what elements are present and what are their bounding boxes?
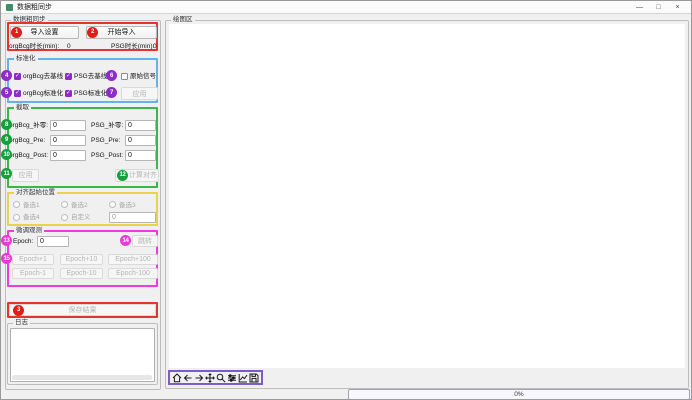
orgbcg-padzero-label: orgBcg_补零: xyxy=(9,122,48,130)
zoom-icon[interactable] xyxy=(216,372,226,383)
psg-duration-label: PSG时长(min): xyxy=(111,43,154,51)
log-textarea[interactable] xyxy=(10,328,155,382)
plot-toolbar xyxy=(168,370,263,385)
epoch-plus100-button[interactable]: Epoch+100 xyxy=(108,254,158,265)
step-badge-7: 7 xyxy=(106,87,117,98)
orgbcg-normalize-checkbox[interactable] xyxy=(14,90,21,97)
candidate4-radio[interactable] xyxy=(13,214,20,221)
close-button[interactable]: × xyxy=(668,1,687,14)
orgbcg-padzero-input[interactable] xyxy=(50,120,86,131)
step-badge-5: 5 xyxy=(1,87,12,98)
candidate3-radio[interactable] xyxy=(109,201,116,208)
normalize-group-label: 标准化 xyxy=(14,55,38,63)
step-badge-1: 1 xyxy=(11,27,22,38)
epoch-minus100-button[interactable]: Epoch-100 xyxy=(108,268,158,279)
minimize-button[interactable]: — xyxy=(630,1,649,14)
maximize-button[interactable]: □ xyxy=(649,1,668,14)
crop-apply-button[interactable]: 应用 xyxy=(12,169,39,182)
crop-group-label: 截取 xyxy=(14,104,31,112)
jump-button[interactable]: 跳转 xyxy=(132,235,158,247)
home-icon[interactable] xyxy=(172,372,182,383)
psg-normalize-checkbox[interactable] xyxy=(65,90,72,97)
plot-canvas[interactable] xyxy=(169,24,685,368)
customize-icon[interactable] xyxy=(238,372,248,383)
save-result-button[interactable]: 保存结果 xyxy=(9,304,156,316)
app-window: 数据粗同步 — □ × 数据粗同步 导入设置 1 开始导入 2 orgBcg时长… xyxy=(0,0,692,400)
orgbcg-detrend-label: orgBcg去基线 xyxy=(23,73,63,81)
orgbcg-duration-value: 0 xyxy=(67,43,71,51)
step-badge-3: 3 xyxy=(13,305,24,316)
orgbcg-detrend-checkbox[interactable] xyxy=(14,73,21,80)
candidate2-radio[interactable] xyxy=(61,201,68,208)
raw-signal-label: 原始信号 xyxy=(130,73,156,81)
psg-padzero-label: PSG_补零: xyxy=(91,122,123,130)
progress-bar: 0% xyxy=(348,389,690,400)
subplots-icon[interactable] xyxy=(227,372,237,383)
custom-radio[interactable] xyxy=(61,214,68,221)
app-icon xyxy=(6,4,13,11)
step-badge-9: 9 xyxy=(1,134,12,145)
epoch-plus10-button[interactable]: Epoch+10 xyxy=(60,254,103,265)
step-badge-11: 11 xyxy=(1,168,12,179)
step-badge-15: 15 xyxy=(1,253,12,264)
orgbcg-post-input[interactable] xyxy=(50,150,86,161)
candidate1-radio[interactable] xyxy=(13,201,20,208)
back-icon[interactable] xyxy=(183,372,193,383)
finetune-group-label: 微调观测 xyxy=(14,227,44,235)
step-badge-14: 14 xyxy=(120,235,131,246)
psg-post-input[interactable] xyxy=(125,150,156,161)
step-badge-4: 4 xyxy=(1,70,12,81)
custom-label: 自定义 xyxy=(71,214,91,222)
orgbcg-post-label: orgBcg_Post: xyxy=(9,152,48,160)
psg-detrend-label: PSG去基线 xyxy=(74,73,107,81)
candidate4-label: 备选4 xyxy=(23,214,40,222)
step-badge-10: 10 xyxy=(1,149,12,160)
orgbcg-normalize-label: orgBcg标准化 xyxy=(23,90,63,98)
candidate2-label: 备选2 xyxy=(71,202,88,210)
step-badge-12: 12 xyxy=(117,170,128,181)
psg-detrend-checkbox[interactable] xyxy=(65,73,72,80)
candidate3-label: 备选3 xyxy=(119,202,136,210)
step-badge-6: 6 xyxy=(106,70,117,81)
epoch-input[interactable] xyxy=(37,236,69,247)
align-start-group-label: 对齐起始位置 xyxy=(14,189,57,197)
raw-signal-checkbox[interactable] xyxy=(121,73,128,80)
psg-pre-input[interactable] xyxy=(125,135,156,146)
orgbcg-pre-input[interactable] xyxy=(50,135,86,146)
psg-post-label: PSG_Post: xyxy=(91,152,123,160)
epoch-label: Epoch: xyxy=(13,238,33,246)
plot-group-label: 绘图区 xyxy=(171,16,195,24)
psg-padzero-input[interactable] xyxy=(125,120,156,131)
epoch-minus10-button[interactable]: Epoch-10 xyxy=(60,268,103,279)
psg-pre-label: PSG_Pre: xyxy=(91,137,120,145)
orgbcg-pre-label: orgBcg_Pre: xyxy=(9,137,45,145)
step-badge-8: 8 xyxy=(1,119,12,130)
psg-duration-value: 0 xyxy=(153,43,157,51)
custom-position-input[interactable] xyxy=(109,212,156,223)
epoch-plus1-button[interactable]: Epoch+1 xyxy=(12,254,54,265)
candidate1-label: 备选1 xyxy=(23,202,40,210)
window-controls: — □ × xyxy=(630,1,687,14)
normalize-apply-button[interactable]: 应用 xyxy=(121,87,158,100)
save-figure-icon[interactable] xyxy=(249,372,259,383)
pan-icon[interactable] xyxy=(205,372,215,383)
window-title: 数据粗同步 xyxy=(17,1,52,14)
log-group-label: 日志 xyxy=(13,319,30,327)
psg-normalize-label: PSG标准化 xyxy=(74,90,107,98)
orgbcg-duration-label: orgBcg时长(min): xyxy=(9,43,59,51)
forward-icon[interactable] xyxy=(194,372,204,383)
progress-value: 0% xyxy=(514,391,523,398)
log-horizontal-scrollbar[interactable] xyxy=(12,375,152,380)
step-badge-13: 13 xyxy=(1,235,12,246)
titlebar: 数据粗同步 — □ × xyxy=(1,1,691,14)
step-badge-2: 2 xyxy=(87,27,98,38)
epoch-minus1-button[interactable]: Epoch-1 xyxy=(12,268,54,279)
